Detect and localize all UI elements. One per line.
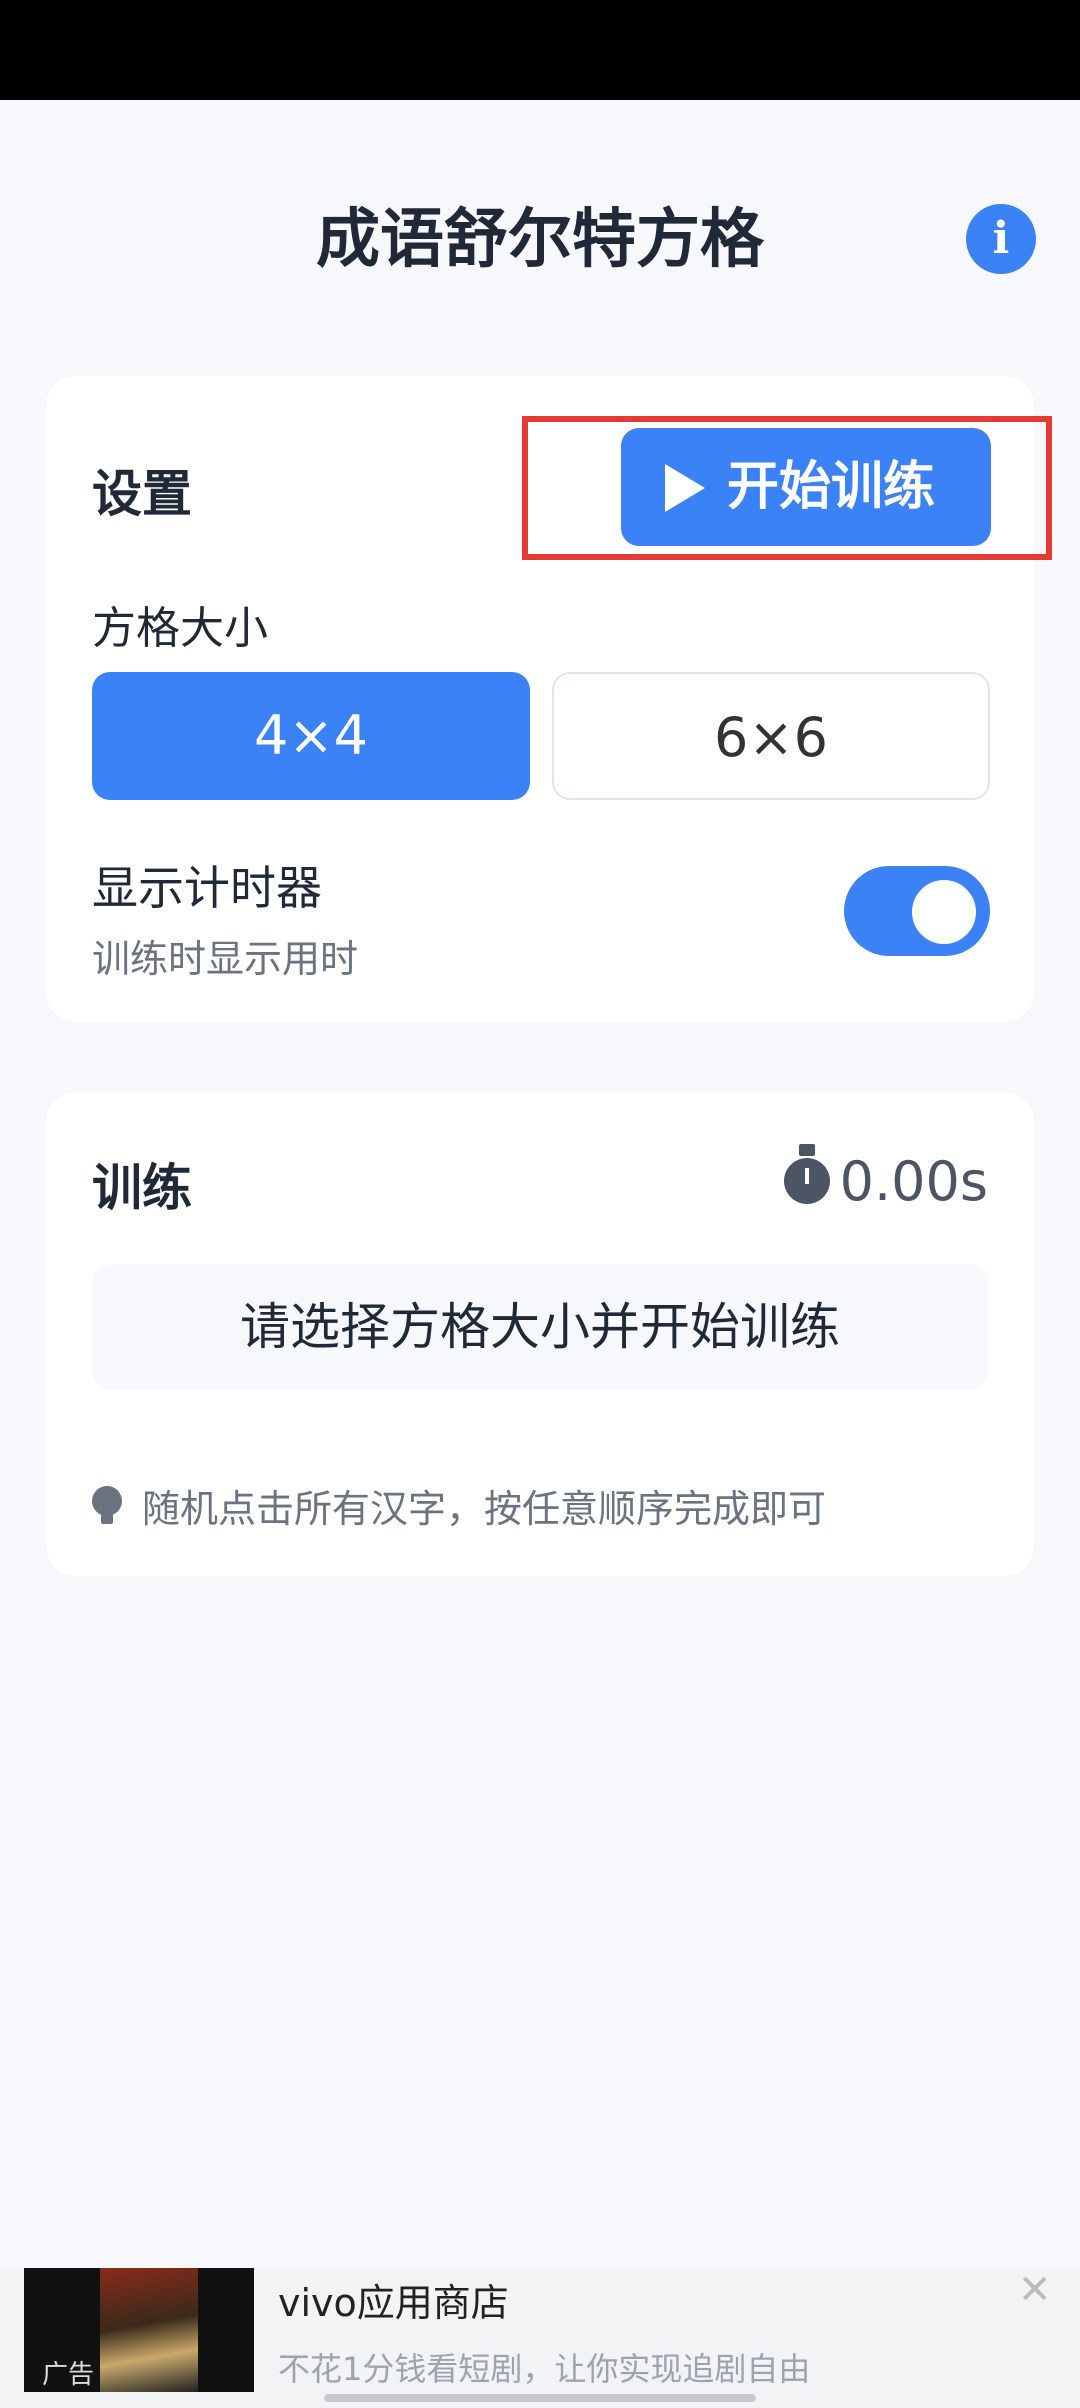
ad-banner[interactable]: 广告 vivo应用商店 不花1分钱看短剧，让你实现追剧自由 ✕ xyxy=(0,2268,1080,2408)
training-hint: 随机点击所有汉字，按任意顺序完成即可 xyxy=(142,1487,827,1531)
status-bar xyxy=(0,0,1080,100)
grid-option-4x4[interactable]: 4×4 xyxy=(92,672,530,800)
training-prompt: 请选择方格大小并开始训练 xyxy=(92,1264,988,1390)
ad-description[interactable]: 不花1分钱看短剧，让你实现追剧自由 xyxy=(278,2344,810,2390)
home-indicator[interactable] xyxy=(324,2394,756,2402)
close-icon[interactable]: ✕ xyxy=(1018,2268,1052,2312)
show-timer-desc: 训练时显示用时 xyxy=(92,937,359,981)
page-title: 成语舒尔特方格 xyxy=(316,203,764,277)
elapsed-time: 0.00s xyxy=(839,1150,988,1213)
stopwatch-icon xyxy=(784,1144,830,1204)
settings-section-label: 设置 xyxy=(92,465,192,523)
training-section-label: 训练 xyxy=(92,1159,192,1217)
ad-badge: 广告 xyxy=(42,2360,95,2390)
ad-thumbnail[interactable]: 广告 xyxy=(24,2268,254,2392)
show-timer-label: 显示计时器 xyxy=(92,861,322,915)
ad-title[interactable]: vivo应用商店 xyxy=(278,2272,509,2327)
lightbulb-icon xyxy=(92,1486,122,1524)
grid-option-6x6[interactable]: 6×6 xyxy=(552,672,990,800)
grid-size-label: 方格大小 xyxy=(92,603,268,654)
show-timer-toggle[interactable] xyxy=(844,866,990,956)
toggle-knob xyxy=(912,880,976,944)
training-card: 训练 0.00s 请选择方格大小并开始训练 随机点击所有汉字，按任意顺序完成即可 xyxy=(46,1092,1034,1576)
info-icon[interactable]: i xyxy=(966,204,1036,274)
highlight-box xyxy=(522,416,1052,560)
